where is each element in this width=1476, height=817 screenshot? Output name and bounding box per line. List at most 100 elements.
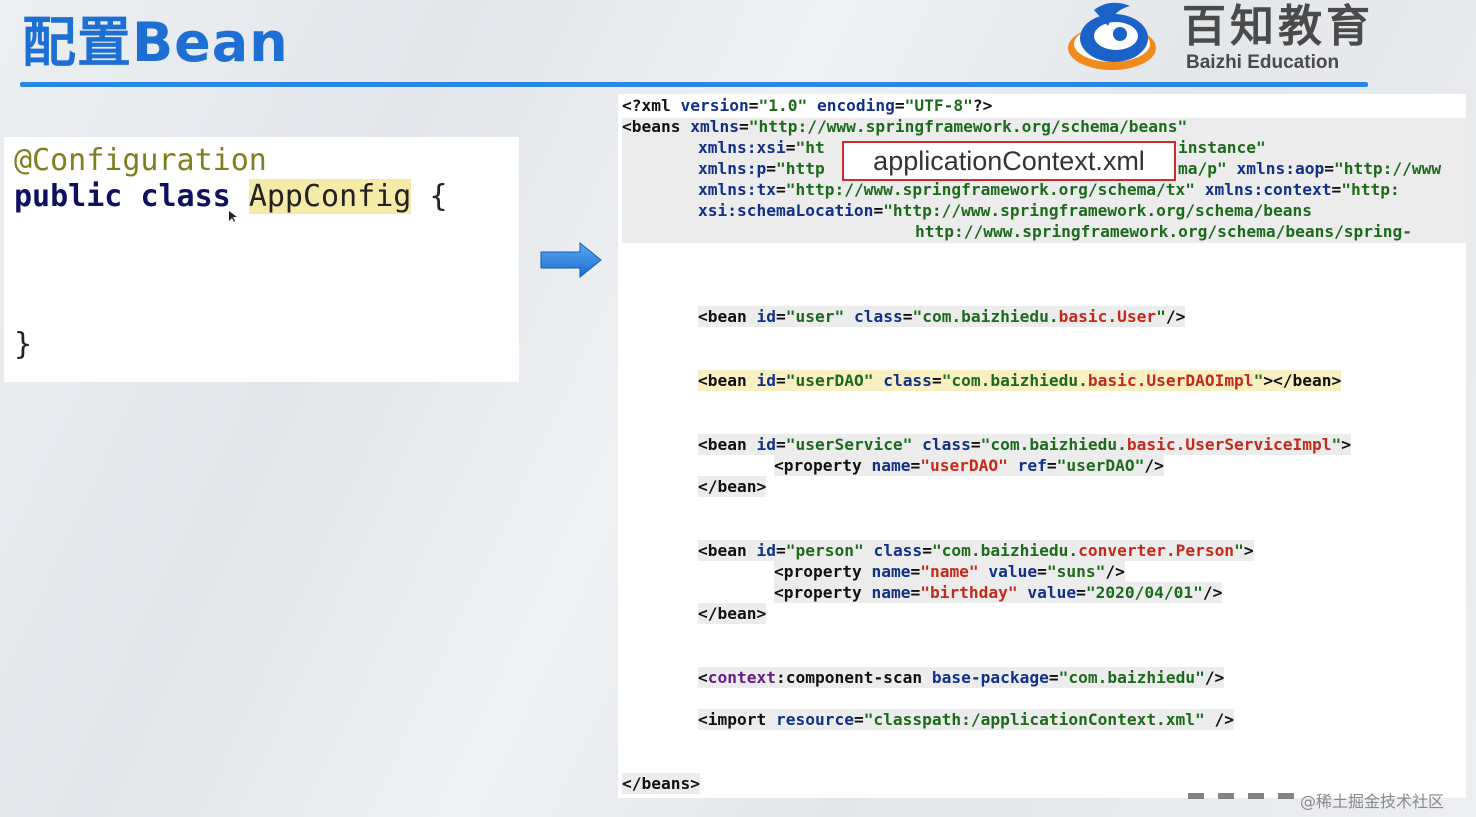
xml-bean-user: <bean id="user" class="com.baizhiedu.bas… (698, 306, 1186, 327)
xml-token: " (1234, 541, 1244, 560)
xml-token: <bean (698, 435, 757, 454)
java-close-brace: } (14, 327, 33, 362)
xml-person-end: </bean> (698, 603, 767, 624)
java-class-name: AppConfig (248, 179, 412, 214)
xml-token: resource (775, 710, 854, 729)
xml-token: = (873, 201, 884, 220)
xml-token: "com.baizhiedu. (912, 307, 1059, 326)
xml-token: class (863, 541, 923, 560)
xml-token: = (748, 96, 759, 115)
xml-person-property-name: <property name="name" value="suns"/> (774, 561, 1125, 582)
xml-token: class (873, 371, 932, 390)
xml-token: = (775, 435, 786, 454)
xml-token: "name" (920, 562, 979, 581)
xml-token: < (698, 668, 708, 687)
xml-token: /> (1204, 710, 1235, 729)
xml-code-panel: <?xml version="1.0" encoding="UTF-8"?> <… (618, 94, 1466, 798)
xml-token: "suns" (1046, 562, 1106, 581)
xml-person-property-birthday: <property name="birthday" value="2020/04… (774, 582, 1223, 603)
baizhi-logo: 百知教育 Baizhi Education (1060, 0, 1400, 78)
xml-beans-close: </beans> (622, 773, 700, 794)
xml-token: "http: (1341, 180, 1400, 199)
xml-token: class (844, 307, 903, 326)
xml-xmlns-p-tail: ma/p" xmlns:aop="http://www (1178, 158, 1441, 179)
logo-english-text: Baizhi Education (1186, 52, 1340, 73)
java-open-brace: { (429, 179, 448, 214)
xml-token: "http://www (1333, 159, 1442, 178)
xml-token: = (775, 307, 786, 326)
xml-token: = (922, 541, 932, 560)
xml-beans-open: <beans xmlns="http://www.springframework… (622, 116, 1187, 137)
xml-token: <property (774, 456, 872, 475)
xml-token: class (912, 435, 971, 454)
xml-token: "com.baizhiedu. (980, 435, 1127, 454)
xml-token: id (756, 371, 776, 390)
xml-userservice-property: <property name="userDAO" ref="userDAO"/> (774, 455, 1164, 476)
xml-token: xmlns:context (1195, 180, 1332, 199)
file-name-label: applicationContext.xml (842, 141, 1176, 181)
java-keyword-public: public (14, 179, 123, 214)
xml-xmlns-p: xmlns:p="http (698, 158, 825, 179)
xml-token: encoding (807, 96, 895, 115)
xml-token: "birthday" (920, 583, 1018, 602)
xml-token: <property (774, 562, 872, 581)
xml-token: <bean (698, 541, 757, 560)
xml-token: basic.UserDAOImpl (1087, 371, 1254, 390)
watermark-dashes (1188, 793, 1298, 799)
xml-token: ></bean> (1263, 371, 1342, 390)
xml-token: "com.baizhiedu. (931, 541, 1079, 560)
xml-bean-person: <bean id="person" class="com.baizhiedu.c… (698, 540, 1254, 561)
xml-token: http://www.springframework.org/schema/be… (915, 222, 1413, 241)
xml-token: context (707, 668, 776, 687)
xml-token: xmlns (690, 117, 739, 136)
xml-token: base-package (931, 668, 1049, 687)
xml-token: version (680, 96, 749, 115)
xml-token: = (931, 371, 942, 390)
xml-schema-location-2: http://www.springframework.org/schema/be… (915, 221, 1412, 242)
xml-token: basic.UserServiceImpl (1126, 435, 1332, 454)
xml-token: <import (698, 710, 776, 729)
xml-token: id (756, 307, 776, 326)
xml-token: xsi:schemaLocation (698, 201, 874, 220)
java-line-close: } (14, 327, 32, 363)
xml-token: /> (1204, 668, 1225, 687)
xml-token: /> (1105, 562, 1125, 581)
java-line-class: public class AppConfig { (14, 179, 448, 215)
xml-xmlns-tx: xmlns:tx="http://www.springframework.org… (698, 179, 1400, 200)
xml-token: = (738, 117, 749, 136)
xml-token: /> (1202, 583, 1223, 602)
xml-token: = (902, 307, 913, 326)
xml-token: = (894, 96, 905, 115)
java-keyword-class: class (140, 179, 231, 214)
xml-token: value (978, 562, 1038, 581)
xml-token: = (1076, 583, 1086, 602)
xml-token: = (775, 541, 786, 560)
xml-token: <bean (698, 307, 757, 326)
xml-component-scan: <context:component-scan base-package="co… (698, 667, 1225, 688)
xml-token: "com.baizhiedu. (941, 371, 1088, 390)
xml-token: xmlns:p (698, 159, 767, 178)
xml-token: xmlns:tx (698, 180, 776, 199)
java-code-panel: @Configuration public class AppConfig { … (4, 137, 519, 382)
title-underline (20, 82, 1368, 87)
xml-token: "com.baizhiedu" (1058, 668, 1205, 687)
xml-token: name (871, 456, 911, 475)
xml-bean-userservice: <bean id="userService" class="com.baizhi… (698, 434, 1352, 455)
xml-token: "2020/04/01" (1085, 583, 1203, 602)
xml-token: value (1017, 583, 1077, 602)
xml-token: name (871, 562, 911, 581)
xml-token: "classpath:/applicationContext.xml" (863, 710, 1205, 729)
xml-token: "userService" (785, 435, 913, 454)
xml-import: <import resource="classpath:/application… (698, 709, 1235, 730)
xml-xmlns-xsi-tail: instance" (1178, 137, 1266, 158)
xml-token: " (1331, 435, 1342, 454)
right-arrow-icon (540, 242, 602, 278)
mouse-cursor-icon (229, 211, 237, 222)
xml-token: ref (1007, 456, 1047, 475)
xml-token: basic.User (1058, 307, 1157, 326)
xml-token: id (756, 435, 776, 454)
baizhi-swirl-icon (1068, 2, 1156, 70)
xml-token: xmlns:aop (1226, 159, 1325, 178)
xml-token: "http://www.springframework.org/schema/b… (883, 201, 1312, 220)
xml-token: = (910, 456, 921, 475)
